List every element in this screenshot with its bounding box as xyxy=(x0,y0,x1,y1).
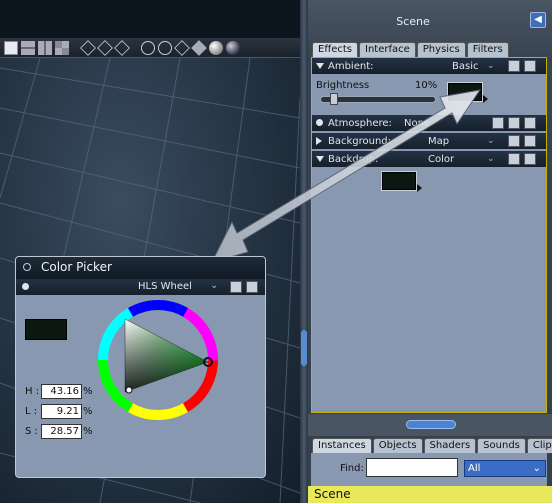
find-label: Find: xyxy=(340,463,364,474)
tab-shaders[interactable]: Shaders xyxy=(423,438,477,453)
chevron-down-icon: ⌄ xyxy=(532,463,541,474)
viewport-top-bar xyxy=(0,0,300,38)
load-icon[interactable] xyxy=(524,60,536,72)
brightness-value: 10% xyxy=(415,80,438,91)
panel-collapse-button[interactable]: ◀ xyxy=(530,12,546,28)
load-icon[interactable] xyxy=(524,135,536,147)
save-icon[interactable] xyxy=(508,60,520,72)
panel-title: Scene xyxy=(396,15,430,28)
tab-instances[interactable]: Instances xyxy=(312,438,372,453)
save-icon[interactable] xyxy=(508,153,520,165)
effects-content: Ambient: Basic ⌄ Brightness 10% Atmosphe… xyxy=(311,57,547,413)
hidden-line-cube-icon[interactable] xyxy=(97,39,113,56)
swatch-arrow-icon xyxy=(483,95,488,103)
swatch-arrow-icon xyxy=(417,184,422,192)
load-icon[interactable] xyxy=(524,153,536,165)
horizontal-splitter[interactable] xyxy=(308,414,552,436)
outline-cube-icon[interactable] xyxy=(114,39,130,56)
tab-filters[interactable]: Filters xyxy=(466,42,509,57)
scene-tabs: Effects Interface Physics Filters xyxy=(312,42,509,57)
viewport-toolbar xyxy=(0,38,300,58)
split-horizontal-icon[interactable] xyxy=(21,40,35,55)
expand-triangle-icon[interactable] xyxy=(316,156,324,162)
background-value[interactable]: Map xyxy=(428,136,449,147)
tab-interface[interactable]: Interface xyxy=(359,42,416,57)
color-picker-titlebar[interactable]: Color Picker xyxy=(16,257,265,279)
find-input[interactable] xyxy=(366,458,458,477)
single-view-icon[interactable] xyxy=(4,40,18,55)
splitter-knob[interactable] xyxy=(406,420,456,429)
move-icon[interactable] xyxy=(141,40,155,55)
background-label: Background: xyxy=(328,135,392,147)
save-icon[interactable] xyxy=(508,117,520,129)
atmosphere-settings-icon[interactable] xyxy=(492,117,504,129)
vertical-splitter[interactable] xyxy=(300,0,308,503)
h-label: H : xyxy=(25,386,40,397)
background-row[interactable]: Background: Map ⌄ xyxy=(312,133,546,149)
collapse-triangle-icon[interactable] xyxy=(316,137,322,145)
tab-objects[interactable]: Objects xyxy=(372,438,423,453)
ambient-row[interactable]: Ambient: Basic ⌄ xyxy=(312,58,546,74)
save-icon[interactable] xyxy=(230,281,242,293)
bullet-icon xyxy=(22,283,29,290)
ambient-color-swatch[interactable] xyxy=(447,82,483,102)
ambient-label: Ambient: xyxy=(328,60,374,72)
scene-panel: Scene ◀ Effects Interface Physics Filter… xyxy=(308,0,552,503)
backdrop-color-swatch[interactable] xyxy=(381,171,417,191)
chevron-down-icon[interactable]: ⌄ xyxy=(487,154,495,164)
expand-triangle-icon[interactable] xyxy=(316,63,324,69)
s-input[interactable]: 28.57 xyxy=(41,424,82,439)
h-percent: % xyxy=(83,386,93,397)
library-tabs: Instances Objects Shaders Sounds Clips xyxy=(312,438,552,453)
s-label: S : xyxy=(25,426,38,437)
tab-clips[interactable]: Clips xyxy=(526,438,552,453)
tab-physics[interactable]: Physics xyxy=(416,42,466,57)
chevron-down-icon[interactable]: ⌄ xyxy=(487,136,495,146)
backdrop-value[interactable]: Color xyxy=(428,154,454,165)
atmosphere-label: Atmosphere: xyxy=(328,117,392,129)
ambient-body: Brightness 10% xyxy=(312,74,546,114)
solid-cube-icon[interactable] xyxy=(191,39,207,56)
color-point-handle-icon xyxy=(125,386,133,394)
scene-footer: Scene xyxy=(308,486,552,503)
splitter-handle[interactable] xyxy=(301,330,307,366)
backdrop-row[interactable]: Backdrop: Color ⌄ xyxy=(312,151,546,167)
window-dot-icon[interactable] xyxy=(23,263,31,271)
s-percent: % xyxy=(83,426,93,437)
color-picker-mode-row: HLS Wheel ⌄ xyxy=(16,279,265,295)
box-icon[interactable] xyxy=(174,39,190,56)
load-icon[interactable] xyxy=(246,281,258,293)
color-picker-title: Color Picker xyxy=(41,260,112,274)
filter-select-value: All xyxy=(468,463,481,474)
l-percent: % xyxy=(83,406,93,417)
save-icon[interactable] xyxy=(508,135,520,147)
ambient-value[interactable]: Basic xyxy=(452,61,478,72)
l-label: L : xyxy=(25,406,38,417)
hls-color-wheel[interactable] xyxy=(95,297,221,423)
tab-sounds[interactable]: Sounds xyxy=(477,438,526,453)
current-color-swatch xyxy=(25,319,67,340)
chevron-down-icon[interactable]: ⌄ xyxy=(487,61,495,71)
mode-select-value[interactable]: HLS Wheel xyxy=(138,281,192,292)
l-input[interactable]: 9.21 xyxy=(41,404,82,419)
atmosphere-value[interactable]: None xyxy=(404,118,430,129)
bullet-icon xyxy=(316,119,323,126)
color-picker-window: Color Picker HLS Wheel ⌄ H: 43.16 % L:… xyxy=(15,256,266,478)
split-three-icon[interactable] xyxy=(38,40,52,55)
h-input[interactable]: 43.16 xyxy=(41,384,82,399)
filter-select[interactable]: All ⌄ xyxy=(464,460,546,477)
quad-view-icon[interactable] xyxy=(55,40,69,55)
atmosphere-row[interactable]: Atmosphere: None xyxy=(312,115,546,131)
chevron-down-icon[interactable]: ⌄ xyxy=(210,280,218,291)
sphere-icon[interactable] xyxy=(209,40,223,55)
tab-effects[interactable]: Effects xyxy=(312,42,358,57)
wireframe-cube-icon[interactable] xyxy=(80,39,96,56)
brightness-slider-knob[interactable] xyxy=(330,93,338,105)
load-icon[interactable] xyxy=(524,117,536,129)
rotate-icon[interactable] xyxy=(158,40,172,55)
shaded-sphere-icon[interactable] xyxy=(226,40,240,55)
brightness-label: Brightness xyxy=(316,80,370,91)
backdrop-label: Backdrop: xyxy=(328,153,379,165)
